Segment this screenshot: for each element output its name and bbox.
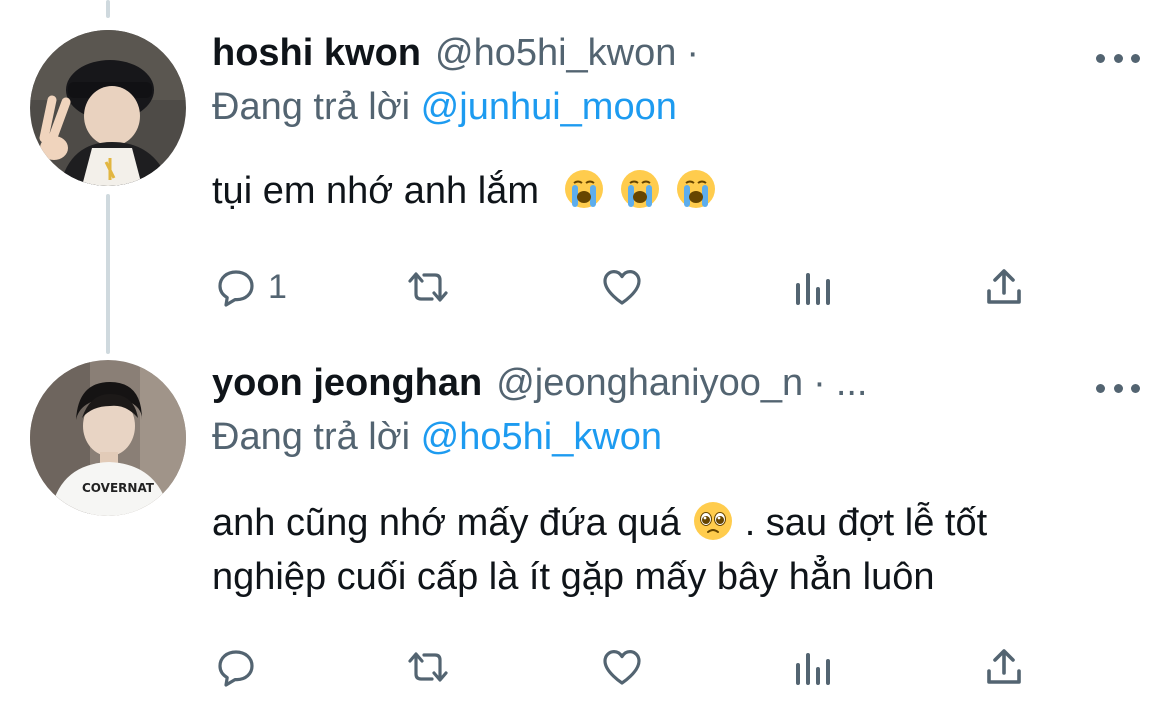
replying-to-label: Đang trả lời <box>212 416 411 458</box>
user-avatar-photo-icon: COVERNAT <box>30 360 186 516</box>
loudly-crying-face-icon <box>564 169 604 209</box>
tweet-actions <box>212 642 1032 692</box>
tweet-text: tụi em nhớ anh lắm <box>212 164 1110 218</box>
reply-button[interactable] <box>212 642 268 692</box>
share-button[interactable] <box>980 262 1028 312</box>
reply-button[interactable]: 1 <box>212 262 287 312</box>
user-avatar-photo-icon <box>30 30 186 186</box>
retweet-button[interactable] <box>402 642 454 692</box>
replying-to-line: Đang trả lời @junhui_moon <box>212 86 677 129</box>
tweet-header: yoon jeonghan @jeonghaniyoo_n · ... <box>212 362 1140 412</box>
separator-dot: · <box>686 32 700 74</box>
user-handle[interactable]: @ho5hi_kwon <box>435 32 676 75</box>
tweet-header: hoshi kwon @ho5hi_kwon · <box>212 32 1140 82</box>
replying-to-mention[interactable]: @junhui_moon <box>421 86 677 128</box>
analytics-icon <box>796 653 830 685</box>
tweet-hoshi[interactable]: hoshi kwon @ho5hi_kwon · Đang trả lời @j… <box>0 0 1170 350</box>
loudly-crying-face-icon <box>620 169 660 209</box>
heart-icon <box>603 650 641 685</box>
share-button[interactable] <box>980 642 1028 692</box>
like-button[interactable] <box>598 262 646 312</box>
more-options-icon[interactable] <box>1096 48 1140 68</box>
avatar[interactable] <box>30 30 186 186</box>
share-icon <box>987 649 1021 684</box>
reply-icon <box>218 270 254 307</box>
heart-icon <box>603 270 641 305</box>
tweet-jeonghan[interactable]: COVERNAT yoon jeonghan @jeonghaniyoo_n ·… <box>0 350 1170 708</box>
separator-dot: · <box>813 362 826 404</box>
analytics-button[interactable] <box>790 262 838 312</box>
analytics-icon <box>796 273 830 305</box>
retweet-icon <box>408 272 448 302</box>
tweet-body: tụi em nhớ anh lắm <box>212 170 539 212</box>
tweet-actions: 1 <box>212 262 1032 312</box>
display-name[interactable]: yoon jeonghan <box>212 362 482 405</box>
more-options-icon[interactable] <box>1096 378 1140 398</box>
replying-to-line: Đang trả lời @ho5hi_kwon <box>212 416 662 459</box>
analytics-button[interactable] <box>790 642 838 692</box>
display-name[interactable]: hoshi kwon <box>212 32 421 75</box>
reply-icon <box>218 650 254 687</box>
loudly-crying-face-icon <box>676 169 716 209</box>
replying-to-mention[interactable]: @ho5hi_kwon <box>421 416 662 458</box>
avatar[interactable]: COVERNAT <box>30 360 186 516</box>
retweet-icon <box>408 652 448 682</box>
like-button[interactable] <box>598 642 646 692</box>
svg-text:COVERNAT: COVERNAT <box>82 481 155 495</box>
pleading-face-icon <box>693 501 733 541</box>
reply-count: 1 <box>268 267 287 306</box>
user-handle[interactable]: @jeonghaniyoo_n <box>496 362 803 405</box>
tweet-body-part1: anh cũng nhớ mấy đứa quá <box>212 502 681 544</box>
tweet-thread: hoshi kwon @ho5hi_kwon · Đang trả lời @j… <box>0 0 1170 708</box>
retweet-button[interactable] <box>402 262 454 312</box>
tweet-text: anh cũng nhớ mấy đứa quá . sau đợt lễ tố… <box>212 496 1110 604</box>
replying-to-label: Đang trả lời <box>212 86 411 128</box>
share-icon <box>987 269 1021 304</box>
handle-overflow: ... <box>835 362 868 404</box>
